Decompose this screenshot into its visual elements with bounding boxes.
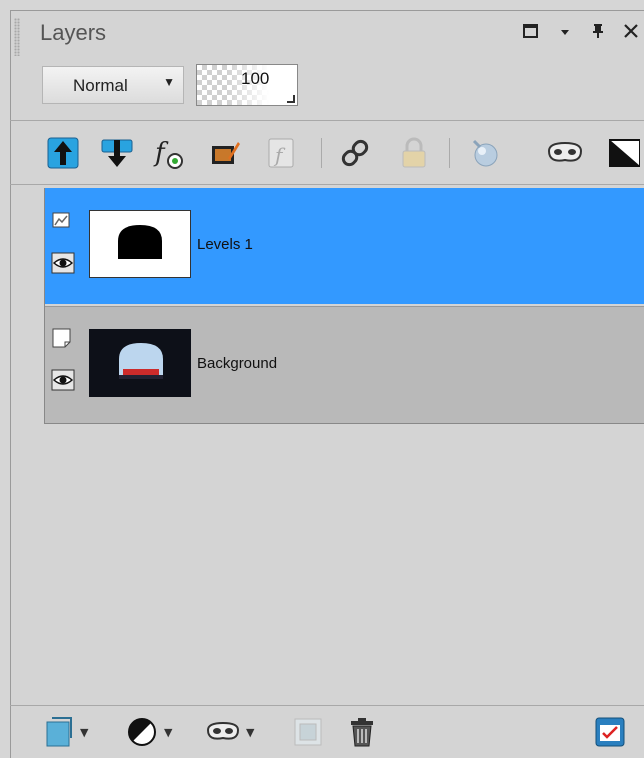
trash-icon bbox=[351, 718, 373, 747]
vector-icon: f bbox=[268, 138, 294, 168]
adjustment-layer-icon bbox=[51, 210, 73, 232]
edit-layer-button[interactable] bbox=[206, 134, 244, 172]
pin-icon bbox=[593, 24, 603, 38]
close-icon bbox=[624, 24, 638, 38]
panel-grip[interactable] bbox=[14, 18, 20, 56]
toolbar-separator bbox=[449, 138, 450, 168]
adjustment-button[interactable] bbox=[604, 134, 642, 172]
layer-thumbnail bbox=[89, 210, 191, 278]
opacity-field[interactable]: 100 bbox=[196, 64, 298, 106]
close-button[interactable] bbox=[622, 22, 640, 45]
lock-icon bbox=[402, 137, 426, 168]
layer-styles-button[interactable]: f bbox=[152, 134, 190, 172]
new-raster-layer-button[interactable]: ▼ bbox=[44, 712, 88, 752]
link-icon bbox=[341, 139, 369, 167]
toggle-mask-icon bbox=[472, 139, 498, 167]
move-layer-up-icon bbox=[47, 137, 79, 169]
mask-button[interactable] bbox=[546, 134, 584, 172]
visibility-eye-icon[interactable] bbox=[51, 252, 75, 274]
chevron-down-icon: ▼ bbox=[246, 725, 255, 739]
delete-layer-button[interactable] bbox=[348, 712, 376, 752]
new-adjustment-layer-button[interactable]: ▼ bbox=[126, 712, 172, 752]
photo-thumbnail bbox=[89, 329, 191, 397]
lock-button[interactable] bbox=[395, 134, 433, 172]
maximize-button[interactable] bbox=[522, 22, 540, 45]
layers-list: Levels 1 Background bbox=[44, 188, 644, 424]
chevron-down-icon: ▼ bbox=[164, 725, 173, 739]
resize-handle-icon[interactable] bbox=[287, 95, 295, 103]
opacity-value: 100 bbox=[241, 69, 270, 88]
new-raster-layer-icon bbox=[46, 717, 72, 747]
visibility-eye-icon[interactable] bbox=[51, 369, 75, 391]
layer-properties-button[interactable] bbox=[594, 712, 626, 752]
divider bbox=[10, 705, 644, 706]
link-layers-button[interactable] bbox=[336, 134, 374, 172]
layer-row-levels-1[interactable]: Levels 1 bbox=[45, 188, 644, 304]
move-layer-down-icon bbox=[101, 139, 133, 167]
layer-thumbnail bbox=[89, 329, 191, 397]
mask-thumbnail-shape bbox=[118, 225, 162, 259]
blend-mode-value: Normal bbox=[73, 76, 128, 95]
maximize-icon bbox=[523, 24, 538, 38]
blend-mode-select[interactable]: Normal ▼ bbox=[42, 66, 184, 104]
divider bbox=[10, 120, 644, 121]
mask-icon bbox=[547, 141, 583, 162]
raster-layer-icon bbox=[51, 327, 73, 349]
panel-menu-button[interactable] bbox=[559, 22, 571, 45]
new-adjustment-layer-icon bbox=[128, 718, 156, 746]
layer-name: Levels 1 bbox=[197, 236, 253, 253]
adjustment-icon bbox=[609, 139, 640, 167]
new-mask-layer-icon bbox=[206, 721, 240, 740]
move-layer-up-button[interactable] bbox=[44, 134, 82, 172]
layer-properties-icon bbox=[595, 717, 625, 747]
chevron-down-icon bbox=[561, 30, 569, 35]
pin-button[interactable] bbox=[590, 22, 606, 45]
panel-title: Layers bbox=[40, 20, 107, 45]
vector-button[interactable]: f bbox=[262, 134, 300, 172]
toolbar-separator bbox=[321, 138, 322, 168]
chevron-down-icon: ▼ bbox=[80, 725, 89, 739]
edit-selection-icon bbox=[212, 142, 240, 164]
toggle-mask-button[interactable] bbox=[466, 134, 504, 172]
layer-row-background[interactable]: Background bbox=[45, 306, 644, 423]
layer-name: Background bbox=[197, 355, 278, 372]
divider bbox=[10, 184, 644, 185]
new-mask-layer-button[interactable]: ▼ bbox=[206, 712, 254, 752]
new-group-button[interactable] bbox=[292, 712, 324, 752]
chevron-down-icon: ▼ bbox=[163, 75, 175, 89]
move-layer-down-button[interactable] bbox=[98, 134, 136, 172]
svg-text:f: f bbox=[153, 138, 169, 168]
layer-styles-icon: f bbox=[153, 138, 183, 169]
new-group-icon bbox=[294, 718, 322, 746]
